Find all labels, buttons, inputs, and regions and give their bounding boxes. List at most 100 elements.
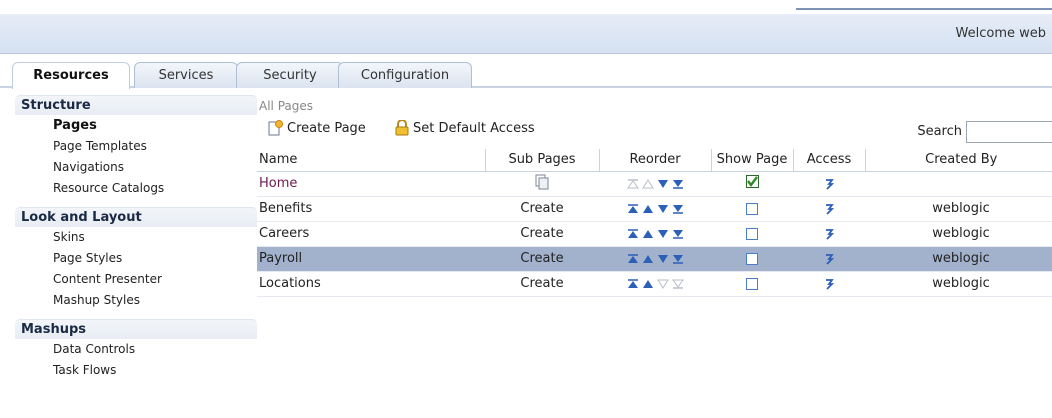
move-top-icon	[626, 178, 639, 188]
sidebar-item-content-presenter[interactable]: Content Presenter	[15, 269, 257, 290]
sidebar-group-structure: Structure Pages Page Templates Navigatio…	[15, 95, 257, 199]
column-header-sub-pages[interactable]: Sub Pages	[485, 149, 600, 172]
table-row[interactable]: Home	[257, 171, 1052, 196]
sidebar-group-mashups: Mashups Data Controls Task Flows	[15, 319, 257, 381]
sidebar-item-pages[interactable]: Pages	[15, 115, 257, 136]
show-page-cell	[711, 171, 793, 196]
show-page-checkbox[interactable]	[746, 202, 758, 215]
access-edit-icon[interactable]	[824, 253, 834, 265]
lock-icon	[395, 120, 409, 136]
move-top-icon[interactable]	[627, 253, 639, 264]
sub-pages-icon[interactable]	[535, 174, 549, 190]
move-down-icon[interactable]	[657, 229, 669, 239]
column-header-show-page[interactable]: Show Page	[711, 149, 794, 172]
page-name-link[interactable]: Home	[257, 171, 485, 196]
page-name-link[interactable]: Benefits	[257, 196, 485, 221]
access-edit-icon[interactable]	[824, 278, 834, 290]
show-page-checkbox-checked[interactable]	[745, 175, 759, 188]
move-up-icon[interactable]	[642, 229, 654, 239]
created-by-cell: weblogic	[932, 276, 990, 291]
search-input[interactable]	[966, 121, 1052, 143]
move-up-icon[interactable]	[642, 279, 654, 289]
table-row[interactable]: Locations Create weblogic	[257, 271, 1052, 296]
move-top-icon[interactable]	[627, 278, 639, 289]
set-default-access-button[interactable]: Set Default Access	[395, 120, 535, 136]
table-row[interactable]: Benefits Create weblogic	[257, 196, 1052, 221]
tab-resources[interactable]: Resources	[12, 62, 130, 89]
welcome-text: Welcome web	[955, 26, 1046, 41]
move-bottom-icon[interactable]	[672, 254, 684, 264]
sidebar-item-navigations[interactable]: Navigations	[15, 157, 257, 178]
move-down-icon[interactable]	[657, 204, 669, 214]
tab-configuration[interactable]: Configuration	[338, 62, 472, 88]
page-name-link[interactable]: Careers	[257, 221, 485, 246]
breadcrumb: All Pages	[259, 99, 313, 113]
show-page-checkbox[interactable]	[746, 277, 758, 290]
sidebar-item-page-templates[interactable]: Page Templates	[15, 136, 257, 157]
created-by-cell: weblogic	[932, 226, 990, 241]
move-down-icon[interactable]	[657, 254, 669, 264]
move-top-icon[interactable]	[627, 228, 639, 239]
reorder-cell	[599, 196, 711, 221]
move-bottom-icon[interactable]	[672, 179, 684, 189]
sidebar-group-title: Mashups	[15, 319, 257, 339]
sidebar-group-title: Structure	[15, 95, 257, 115]
main-panel: All Pages Create Page Set Default Access…	[257, 95, 1052, 297]
create-page-label: Create Page	[287, 120, 366, 136]
sidebar-item-resource-catalogs[interactable]: Resource Catalogs	[15, 178, 257, 199]
sidebar-item-task-flows[interactable]: Task Flows	[15, 360, 257, 381]
page-name-link[interactable]: Payroll	[257, 246, 485, 271]
create-subpage-link[interactable]: Create	[485, 246, 599, 271]
access-cell	[793, 196, 865, 221]
page-name-link[interactable]: Locations	[257, 271, 485, 296]
reorder-cell	[599, 271, 711, 296]
show-page-cell	[711, 271, 793, 296]
move-up-icon[interactable]	[642, 204, 654, 214]
table-row[interactable]: Careers Create weblogic	[257, 221, 1052, 246]
create-subpage-link[interactable]: Create	[485, 221, 599, 246]
move-bottom-icon[interactable]	[672, 204, 684, 214]
table-row-selected[interactable]: Payroll Create weblogic	[257, 246, 1052, 271]
show-page-checkbox[interactable]	[746, 252, 758, 265]
created-by-cell: weblogic	[932, 201, 990, 216]
created-by-cell: weblogic	[865, 246, 1052, 271]
column-header-access[interactable]: Access	[793, 149, 866, 172]
reorder-cell	[599, 221, 711, 246]
show-page-cell	[711, 196, 793, 221]
tab-security[interactable]: Security	[236, 62, 344, 88]
move-down-icon[interactable]	[657, 179, 669, 189]
sidebar: Structure Pages Page Templates Navigatio…	[15, 95, 257, 389]
sidebar-item-data-controls[interactable]: Data Controls	[15, 339, 257, 360]
move-down-icon	[656, 279, 669, 289]
sidebar-item-skins[interactable]: Skins	[15, 227, 257, 248]
sidebar-item-mashup-styles[interactable]: Mashup Styles	[15, 290, 257, 311]
welcome-band: Welcome web	[0, 14, 1052, 54]
sidebar-group-title: Look and Layout	[15, 207, 257, 227]
access-edit-icon[interactable]	[824, 228, 834, 240]
column-header-created-by[interactable]: Created By	[865, 149, 1052, 172]
tab-services[interactable]: Services	[134, 62, 238, 88]
access-cell	[793, 221, 865, 246]
create-subpage-link[interactable]: Create	[485, 196, 599, 221]
access-cell	[793, 271, 865, 296]
show-page-checkbox[interactable]	[746, 227, 758, 240]
access-edit-icon[interactable]	[824, 178, 834, 190]
set-default-access-label: Set Default Access	[413, 120, 535, 136]
top-header: Welcome web	[0, 0, 1052, 56]
access-cell	[793, 171, 865, 196]
move-bottom-icon[interactable]	[672, 229, 684, 239]
pages-toolbar: Create Page Set Default Access Search	[257, 117, 1052, 143]
show-page-cell	[711, 221, 793, 246]
access-edit-icon[interactable]	[824, 203, 834, 215]
create-subpage-link[interactable]: Create	[485, 271, 599, 296]
sidebar-item-page-styles[interactable]: Page Styles	[15, 248, 257, 269]
move-up-icon[interactable]	[642, 254, 654, 264]
move-up-icon	[641, 178, 654, 188]
move-bottom-icon	[671, 279, 684, 289]
move-top-icon[interactable]	[627, 203, 639, 214]
create-page-button[interactable]: Create Page	[267, 120, 366, 136]
column-header-reorder[interactable]: Reorder	[599, 149, 712, 172]
column-header-name[interactable]: Name	[257, 149, 486, 172]
show-page-cell	[711, 246, 793, 271]
reorder-cell	[599, 246, 711, 271]
